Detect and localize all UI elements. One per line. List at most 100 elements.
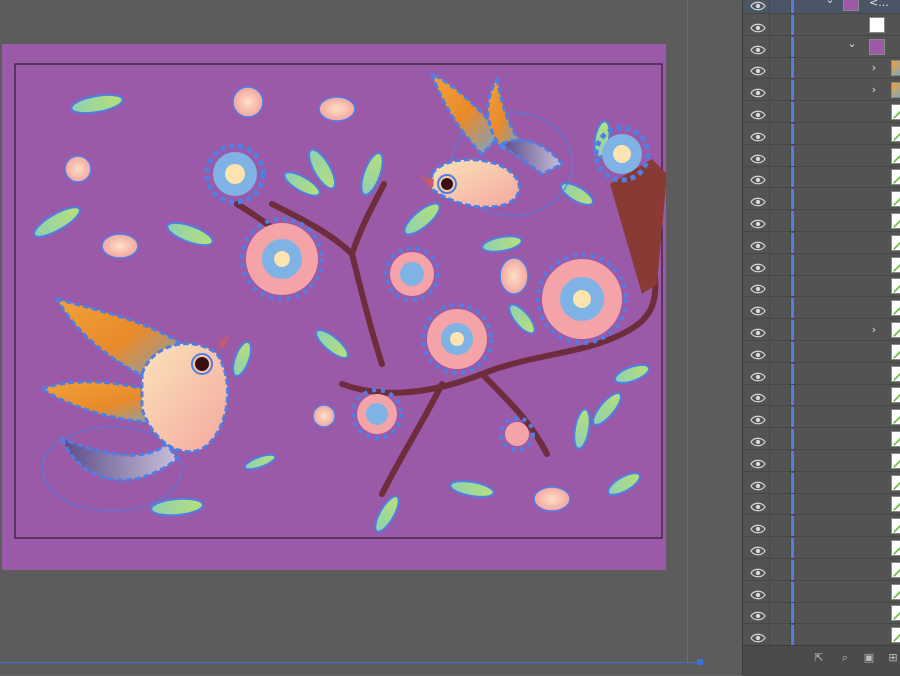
layer-color-bar [791,102,794,122]
layer-thumbnail [869,16,885,33]
layer-row[interactable] [743,341,900,363]
visibility-eye-icon[interactable] [750,324,766,338]
layer-color-bar [791,407,794,428]
layer-color-bar [791,0,794,13]
artwork[interactable] [2,44,666,570]
visibility-eye-icon[interactable] [750,368,766,381]
visibility-eye-icon[interactable] [750,62,766,76]
layer-row[interactable] [743,538,900,559]
layer-thumbnail [891,234,900,251]
layer-row[interactable] [743,298,900,320]
visibility-eye-icon[interactable] [750,280,766,294]
visibility-eye-icon[interactable] [750,84,766,98]
layer-row[interactable] [743,254,900,276]
branch-tip [610,159,666,294]
chevron-right-icon[interactable]: › [869,62,879,73]
horizontal-guide [0,662,700,663]
chevron-down-icon[interactable]: ⌄ [825,0,835,5]
layer-color-bar [791,559,794,580]
layer-thumbnail [891,278,900,295]
visibility-eye-icon[interactable] [750,259,766,272]
layer-name[interactable]: <... [869,0,889,9]
layer-row[interactable] [743,102,900,123]
visibility-eye-icon[interactable] [750,455,766,469]
layer-thumbnail [843,0,859,11]
visibility-eye-icon[interactable] [750,41,766,54]
layer-row[interactable] [743,14,900,36]
visibility-eye-icon[interactable] [750,433,766,447]
layer-thumbnail [891,627,900,644]
flower [240,217,324,301]
visibility-eye-icon[interactable] [750,302,766,316]
visibility-eye-icon[interactable] [750,498,766,512]
visibility-eye-icon[interactable] [750,215,766,229]
layer-row[interactable] [743,516,900,538]
layer-row[interactable]: › [743,320,900,341]
visibility-eye-icon[interactable] [750,564,766,578]
layer-row[interactable] [743,189,900,211]
layer-row[interactable]: ⌄ <... [743,0,900,14]
layer-row[interactable] [743,385,900,407]
visibility-eye-icon[interactable] [750,607,766,621]
layer-thumbnail [891,213,900,229]
locate-object-icon[interactable]: ⌕ [839,652,851,664]
layer-row[interactable]: › [743,80,900,102]
visibility-eye-icon[interactable] [750,520,766,534]
layer-row[interactable] [743,625,900,647]
visibility-eye-icon[interactable] [750,542,766,556]
layer-color-bar [791,189,794,210]
collect-for-export-icon[interactable]: ⇱ [813,652,825,664]
layer-color-bar [791,145,794,166]
layer-row[interactable] [743,123,900,145]
visibility-eye-icon[interactable] [750,19,766,33]
layer-row[interactable] [743,145,900,167]
visibility-eye-icon[interactable] [750,193,766,207]
layer-row[interactable] [743,363,900,385]
layer-color-bar [791,341,794,362]
flower [593,125,651,183]
layer-color-bar [791,538,794,558]
visibility-eye-icon[interactable] [750,128,766,142]
layer-row[interactable] [743,429,900,450]
layer-thumbnail [891,409,900,426]
make-clipping-mask-icon[interactable]: ▣ [863,652,875,664]
layers-panel: ⌄ <... ⌄ › › › ⇱ ⌕ ▣ ⊞ [742,0,900,676]
visibility-eye-icon[interactable] [750,477,766,490]
layer-row[interactable] [743,494,900,516]
layer-thumbnail [891,322,900,338]
layer-row[interactable] [743,450,900,472]
visibility-eye-icon[interactable] [750,586,766,599]
layer-row[interactable] [743,581,900,603]
layer-thumbnail [891,169,900,186]
layer-row[interactable] [743,407,900,429]
layer-row[interactable]: ⌄ [743,36,900,58]
visibility-eye-icon[interactable] [750,629,766,643]
visibility-eye-icon[interactable] [750,171,766,185]
layer-row[interactable]: › [743,58,900,80]
guide-anchor[interactable] [697,659,703,665]
flowers [204,125,651,452]
layer-row[interactable] [743,167,900,189]
layer-color-bar [791,494,794,515]
layer-row[interactable] [743,211,900,232]
layer-row[interactable] [743,232,900,254]
visibility-eye-icon[interactable] [750,106,766,120]
layer-row[interactable] [743,603,900,625]
new-sublayer-icon[interactable]: ⊞ [887,652,899,664]
visibility-eye-icon[interactable] [750,150,766,163]
chevron-down-icon[interactable]: ⌄ [847,38,857,49]
visibility-eye-icon[interactable] [750,389,766,403]
layer-color-bar [791,14,794,35]
visibility-eye-icon[interactable] [750,0,766,11]
chevron-right-icon[interactable]: › [869,84,879,95]
visibility-eye-icon[interactable] [750,411,766,425]
layer-row[interactable] [743,472,900,494]
layer-color-bar [791,211,794,231]
visibility-eye-icon[interactable] [750,346,766,360]
artboard[interactable] [2,44,666,570]
layer-row[interactable] [743,276,900,298]
chevron-right-icon[interactable]: › [869,324,879,335]
canvas-area[interactable] [0,0,742,675]
visibility-eye-icon[interactable] [750,237,766,251]
layer-row[interactable] [743,559,900,581]
